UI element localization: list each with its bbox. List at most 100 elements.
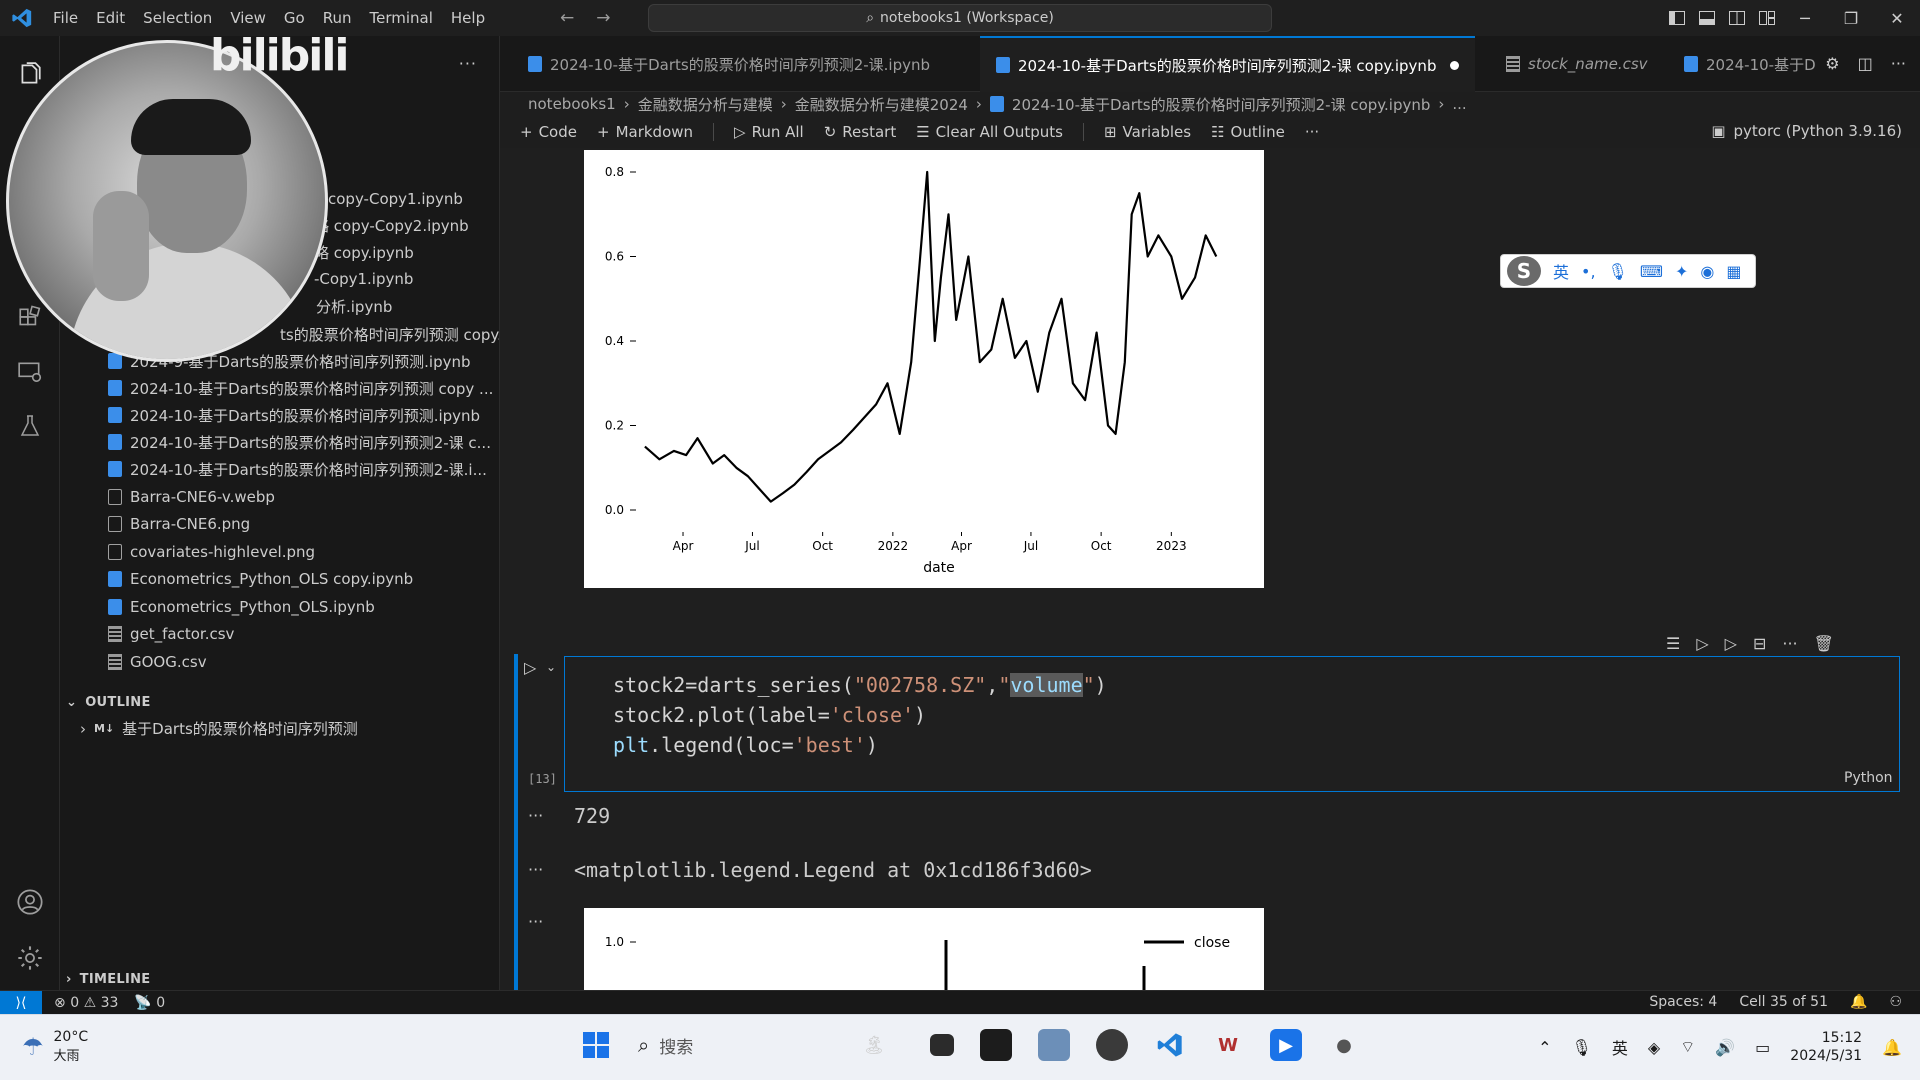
more-actions-icon[interactable]: ···	[1305, 123, 1319, 141]
command-center[interactable]: ⌕ notebooks1 (Workspace)	[648, 4, 1272, 32]
breadcrumb-item[interactable]: 2024-10-基于Darts的股票价格时间序列预测2-课 copy.ipynb	[1012, 94, 1430, 115]
menu-go[interactable]: Go	[275, 9, 314, 27]
ports-status[interactable]: 📡 0	[134, 995, 165, 1011]
folder-app-icon[interactable]	[1038, 1029, 1070, 1061]
terminal-app-icon[interactable]	[980, 1029, 1012, 1061]
chevron-up-icon[interactable]: ⌃	[1538, 1038, 1551, 1057]
wifi-icon[interactable]: ⌔	[1680, 1037, 1695, 1057]
timeline-section-header[interactable]: › TIMELINE	[66, 968, 150, 990]
file-item[interactable]: 2024-10-基于Darts的股票价格时间序列预测 copy ...	[108, 375, 493, 401]
settings-gear-icon[interactable]: ⚙	[1825, 54, 1839, 73]
split-cell-icon[interactable]: ⊟	[1753, 634, 1766, 653]
ime-punctuation-toggle[interactable]: •,	[1581, 262, 1596, 281]
add-markdown-cell-button[interactable]: + Markdown	[597, 123, 693, 141]
cell-language-label[interactable]: Python	[1844, 770, 1893, 786]
customize-layout-icon[interactable]	[1752, 11, 1782, 25]
battery-icon[interactable]: ▭	[1755, 1038, 1770, 1057]
wps-app-icon[interactable]: W	[1212, 1029, 1244, 1061]
clock[interactable]: 15:12 2024/5/31	[1790, 1029, 1862, 1065]
unsaved-dot-icon[interactable]	[1450, 60, 1460, 70]
file-item[interactable]: ts的股票价格时间序列预测 copy.ip...	[280, 321, 499, 347]
variables-button[interactable]: ⊞ Variables	[1104, 123, 1191, 141]
minimize-icon[interactable]: ─	[1782, 9, 1828, 28]
toggle-secondary-sidebar-icon[interactable]	[1722, 11, 1752, 25]
menu-help[interactable]: Help	[442, 9, 494, 27]
file-item[interactable]: Barra-CNE6.png	[108, 511, 250, 537]
problems-status[interactable]: ⊗ 0 ⚠ 33	[54, 995, 118, 1011]
kernel-picker[interactable]: ▣ pytorc (Python 3.9.16)	[1711, 122, 1902, 140]
indentation-status[interactable]: Spaces: 4	[1649, 994, 1717, 1010]
menu-selection[interactable]: Selection	[134, 9, 221, 27]
delete-cell-icon[interactable]: 🗑	[1814, 634, 1834, 653]
file-item[interactable]: covariates-highlevel.png	[108, 539, 315, 565]
windows-start-icon[interactable]	[580, 1029, 612, 1061]
execute-below-icon[interactable]: ▷	[1725, 634, 1737, 653]
volume-icon[interactable]: 🔊	[1715, 1038, 1735, 1057]
file-item[interactable]: Econometrics_Python_OLS copy.ipynb	[108, 566, 413, 592]
file-item[interactable]: Econometrics_Python_OLS.ipynb	[108, 594, 375, 620]
output-actions-icon[interactable]: ···	[528, 860, 543, 879]
input-method-icon[interactable]: 英	[1612, 1035, 1628, 1059]
toolbox-icon[interactable]: ▦	[1726, 262, 1741, 281]
run-cell-icon[interactable]: ▷	[524, 658, 536, 677]
account-icon[interactable]	[0, 878, 60, 926]
more-actions-icon[interactable]: ···	[1891, 54, 1906, 73]
tab-notebook-copy-active[interactable]: 2024-10-基于Darts的股票价格时间序列预测2-课 copy.ipynb	[980, 36, 1476, 92]
testing-flask-icon[interactable]	[0, 402, 60, 450]
close-icon[interactable]: ✕	[1874, 9, 1920, 28]
weather-widget[interactable]: ☂ 20°C 大雨	[22, 1029, 88, 1064]
outline-button[interactable]: ☷ Outline	[1211, 123, 1285, 141]
menu-file[interactable]: File	[44, 9, 87, 27]
recorder-app-icon[interactable]: ●	[1328, 1029, 1360, 1061]
more-actions-icon[interactable]: ···	[459, 54, 477, 73]
back-arrow-icon[interactable]: ←	[560, 8, 574, 28]
run-by-line-icon[interactable]: ☰	[1666, 634, 1680, 653]
copilot-icon[interactable]: ⚇	[1889, 994, 1902, 1010]
notification-bell-icon[interactable]: 🔔	[1882, 1038, 1902, 1057]
ime-language-toggle[interactable]: 英	[1553, 259, 1569, 283]
tray-app-icon[interactable]: ◈	[1648, 1038, 1660, 1057]
vscode-app-icon[interactable]	[1154, 1029, 1186, 1061]
file-item[interactable]: get_factor.csv	[108, 621, 234, 647]
menu-run[interactable]: Run	[314, 9, 361, 27]
tab-stock-name-csv[interactable]: stock_name.csv	[1490, 36, 1664, 92]
output-actions-icon[interactable]: ···	[528, 912, 543, 931]
breadcrumb-item[interactable]: 金融数据分析与建模	[638, 94, 773, 115]
settings-gear-icon[interactable]	[0, 934, 60, 982]
file-manager-icon[interactable]	[930, 1034, 954, 1056]
notifications-bell-icon[interactable]: 🔔	[1850, 994, 1867, 1010]
split-editor-icon[interactable]: ◫	[1858, 54, 1873, 73]
toggle-panel-icon[interactable]	[1692, 11, 1722, 25]
file-item[interactable]: Barra-CNE6-v.webp	[108, 484, 275, 510]
cell-position-status[interactable]: Cell 35 of 51	[1739, 994, 1828, 1010]
file-item[interactable]: -Copy1.ipynb	[314, 266, 413, 292]
breadcrumb-item[interactable]: 金融数据分析与建模2024	[795, 94, 968, 115]
taskbar-search[interactable]: ⌕ 搜索	[638, 1027, 818, 1063]
file-item[interactable]: 2024-10-基于Darts的股票价格时间序列预测2-课.i...	[108, 456, 487, 482]
run-all-button[interactable]: ▷ Run All	[734, 123, 804, 141]
keyboard-icon[interactable]: ⌨	[1640, 262, 1663, 281]
menu-view[interactable]: View	[221, 9, 275, 27]
file-item[interactable]: 2024-10-基于Darts的股票价格时间序列预测2-课 c...	[108, 429, 491, 455]
feishu-app-icon[interactable]: ▶	[1270, 1029, 1302, 1061]
clear-outputs-button[interactable]: ☰ Clear All Outputs	[916, 123, 1063, 141]
restore-icon[interactable]: ❐	[1828, 9, 1874, 28]
add-code-cell-button[interactable]: + Code	[520, 123, 577, 141]
breadcrumb-item[interactable]: notebooks1	[528, 95, 616, 113]
obs-app-icon[interactable]	[1096, 1029, 1128, 1061]
restart-button[interactable]: ↻ Restart	[824, 123, 897, 141]
file-item[interactable]: copy-Copy1.ipynb	[328, 186, 463, 212]
file-item[interactable]: GOOG.csv	[108, 649, 207, 675]
outline-section-header[interactable]: ⌄ OUTLINE	[66, 691, 151, 713]
code-text[interactable]: stock2=darts_series("002758.SZ","volume"…	[613, 670, 1107, 760]
breadcrumb-item[interactable]: ...	[1452, 95, 1466, 113]
file-item[interactable]: 分析.ipynb	[316, 293, 392, 319]
tab-notebook-truncated[interactable]: 2024-10-基于D	[1668, 36, 1832, 92]
menu-terminal[interactable]: Terminal	[361, 9, 442, 27]
file-item[interactable]: 略 copy-Copy2.ipynb	[314, 212, 469, 238]
file-item[interactable]: 略 copy.ipynb	[314, 239, 414, 265]
tab-notebook-ke[interactable]: 2024-10-基于Darts的股票价格时间序列预测2-课.ipynb	[512, 36, 946, 92]
menu-edit[interactable]: Edit	[87, 9, 134, 27]
remote-indicator-icon[interactable]: ⟩⟨	[0, 990, 42, 1015]
microphone-icon[interactable]: 🎙	[1572, 1038, 1592, 1057]
